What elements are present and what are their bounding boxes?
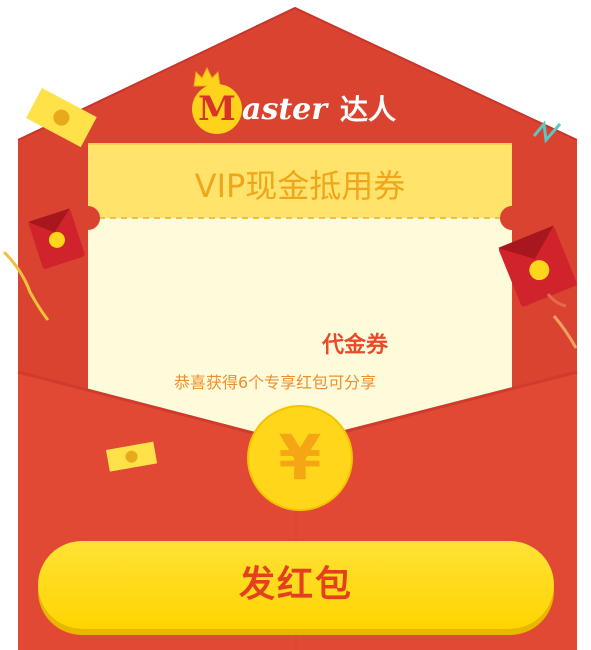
- yuan-symbol: ¥: [278, 421, 322, 494]
- logo-cn: 达人: [340, 93, 397, 126]
- send-red-packet-label: 发红包: [238, 564, 353, 605]
- red-envelope-card: M aster 达人 VIP现金抵用券 代金券 恭喜获得6个专享红包可分享 ¥ …: [0, 0, 591, 650]
- coupon-description: 恭喜获得6个专享红包可分享: [174, 373, 377, 392]
- master-logo: M aster 达人: [192, 66, 412, 136]
- logo-text: aster: [242, 92, 328, 127]
- coupon-name: 代金券: [322, 333, 389, 358]
- coupon-title: VIP现金抵用券: [194, 167, 406, 205]
- send-red-packet-button[interactable]: 发红包: [38, 541, 554, 629]
- logo-mark: M: [192, 84, 242, 134]
